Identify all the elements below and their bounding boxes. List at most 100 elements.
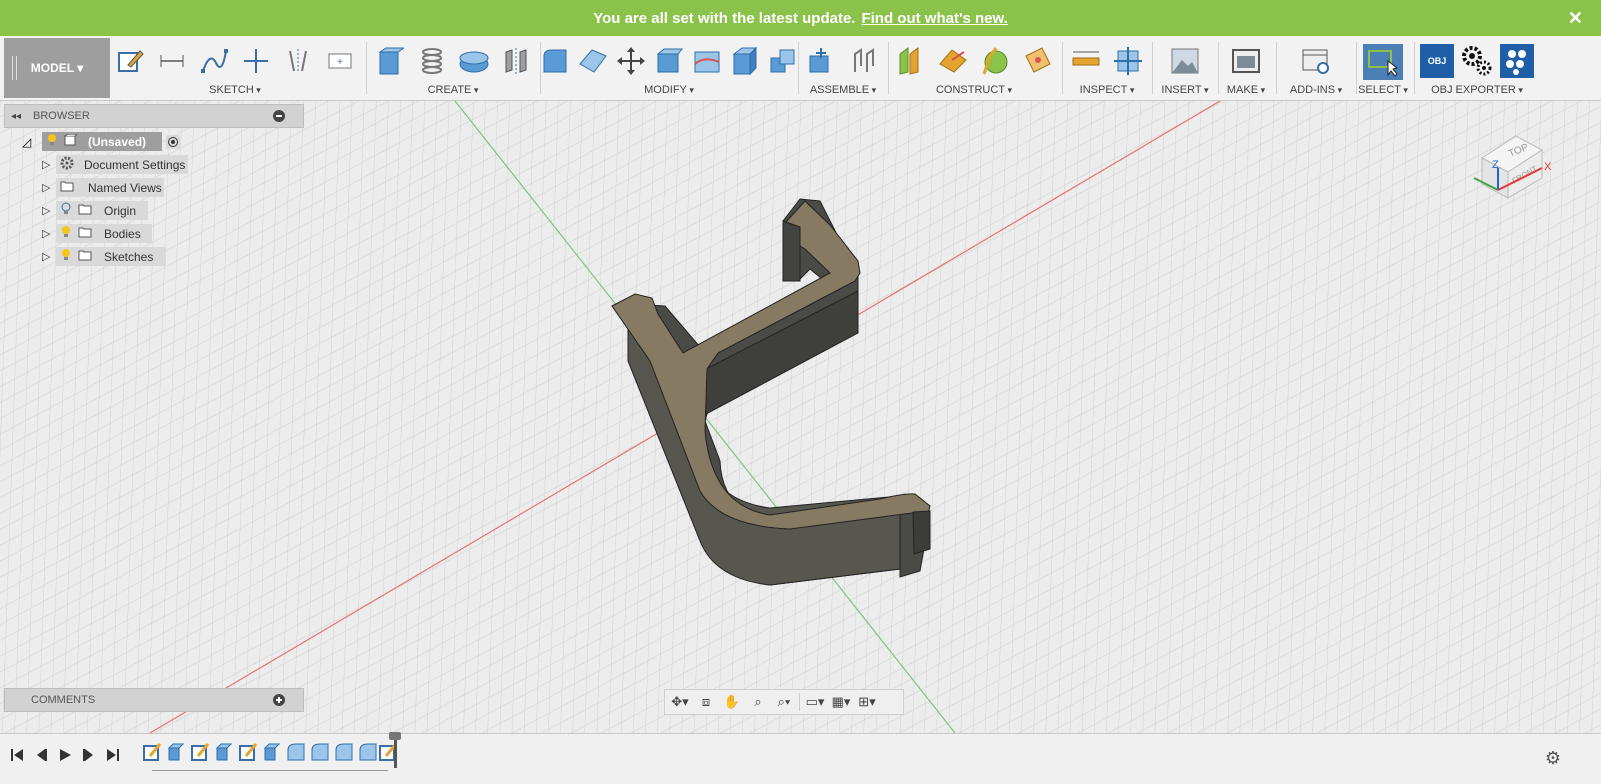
modify-label: MODIFY: [544, 84, 794, 96]
point-icon[interactable]: [239, 44, 273, 78]
fit-icon[interactable]: ⌕▾: [773, 692, 795, 712]
folder-icon: [78, 226, 92, 241]
tree-root[interactable]: ◿ (Unsaved): [4, 130, 304, 153]
revolve-icon[interactable]: [457, 44, 491, 78]
look-at-icon[interactable]: ⧈: [695, 692, 717, 712]
tree-expand-root-icon[interactable]: ◿: [22, 135, 31, 149]
insert-sketch-text-icon[interactable]: +: [323, 44, 357, 78]
toolbar-group-sketch[interactable]: + SKETCH: [112, 36, 358, 100]
3d-print-icon[interactable]: [1229, 44, 1263, 78]
timeline-fillet-icon[interactable]: [334, 742, 354, 762]
obj-settings-gear-icon[interactable]: [1460, 44, 1494, 78]
spline-icon[interactable]: [197, 44, 231, 78]
add-comment-icon[interactable]: [273, 694, 285, 706]
step-back-icon[interactable]: [32, 746, 50, 764]
tree-item-label: Sketches: [104, 249, 154, 264]
expand-arrow-icon[interactable]: ▷: [42, 250, 50, 263]
section-analysis-icon[interactable]: [1111, 44, 1145, 78]
timeline-sketch-icon[interactable]: [142, 742, 162, 762]
timeline-fillet-icon[interactable]: [310, 742, 330, 762]
display-settings-icon[interactable]: ▭▾: [804, 692, 826, 712]
create-sketch-icon[interactable]: [113, 44, 147, 78]
timeline-fillet-icon[interactable]: [286, 742, 306, 762]
viewcube[interactable]: TOP FRONT X Z: [1460, 118, 1556, 213]
offset-plane-icon[interactable]: [894, 44, 928, 78]
pattern-icon[interactable]: [499, 44, 533, 78]
expand-arrow-icon[interactable]: ▷: [42, 227, 50, 240]
toolbar-group-create[interactable]: CREATE: [370, 36, 536, 100]
lightbulb-on-icon[interactable]: [60, 248, 72, 265]
workspace-switcher[interactable]: MODEL ▾: [4, 38, 110, 98]
coil-icon[interactable]: [415, 44, 449, 78]
press-pull-icon[interactable]: [540, 44, 570, 78]
zoom-icon[interactable]: ⌕: [747, 692, 769, 712]
minimize-browser-icon[interactable]: [273, 110, 285, 122]
toolbar-group-construct[interactable]: CONSTRUCT: [890, 36, 1058, 100]
orbit-icon[interactable]: ✥▾: [669, 692, 691, 712]
tree-item-document-settings[interactable]: ▷ Document Settings: [4, 153, 304, 176]
line-icon[interactable]: [155, 44, 189, 78]
timeline-extrude-icon[interactable]: [166, 742, 186, 762]
scale-icon[interactable]: [730, 44, 760, 78]
obj-mesh-icon[interactable]: [1500, 44, 1534, 78]
gear-icon: [60, 156, 74, 173]
collapse-panel-icon[interactable]: ◂◂: [5, 111, 27, 122]
measure-icon[interactable]: [1069, 44, 1103, 78]
timeline-settings-gear-icon[interactable]: ⚙: [1545, 748, 1561, 769]
expand-arrow-icon[interactable]: ▷: [42, 181, 50, 194]
toolbar-group-inspect[interactable]: INSPECT: [1064, 36, 1150, 100]
whats-new-link[interactable]: Find out what's new.: [861, 10, 1007, 27]
extrude-icon[interactable]: [373, 44, 407, 78]
toolbar-group-select[interactable]: SELECT: [1358, 36, 1408, 100]
browser-header[interactable]: ◂◂ BROWSER: [4, 104, 304, 128]
combine-icon[interactable]: [768, 44, 798, 78]
timeline-sketch-icon[interactable]: [238, 742, 258, 762]
fillet-icon[interactable]: [578, 44, 608, 78]
lightbulb-on-icon[interactable]: [60, 225, 72, 242]
scripts-addins-icon[interactable]: [1299, 44, 1333, 78]
midplane-icon[interactable]: [1020, 44, 1054, 78]
obj-export-icon[interactable]: OBJ: [1420, 44, 1454, 78]
toolbar-group-obj-exporter[interactable]: OBJ OBJ EXPORTER: [1416, 36, 1538, 100]
toolbar-group-assemble[interactable]: ASSEMBLE: [800, 36, 886, 100]
close-banner-button[interactable]: ✕: [1568, 8, 1583, 29]
new-component-icon[interactable]: [805, 44, 839, 78]
toolbar-group-modify[interactable]: MODIFY: [543, 36, 795, 100]
tangent-plane-icon[interactable]: [978, 44, 1012, 78]
timeline-marker[interactable]: [389, 732, 401, 768]
viewports-icon[interactable]: ⊞▾: [856, 692, 878, 712]
expand-arrow-icon[interactable]: ▷: [42, 204, 50, 217]
insert-image-icon[interactable]: [1168, 44, 1202, 78]
go-to-end-icon[interactable]: [104, 746, 122, 764]
timeline-fillet-icon[interactable]: [358, 742, 378, 762]
pan-hand-icon[interactable]: ✋: [721, 692, 743, 712]
play-icon[interactable]: [56, 746, 74, 764]
activate-radio-icon[interactable]: [166, 134, 180, 149]
mirror-icon[interactable]: [281, 44, 315, 78]
expand-arrow-icon[interactable]: ▷: [42, 158, 50, 171]
go-to-start-icon[interactable]: [8, 746, 26, 764]
lightbulb-on-icon[interactable]: [46, 133, 58, 150]
lightbulb-off-icon[interactable]: [60, 202, 72, 219]
toolbar-group-make[interactable]: MAKE: [1220, 36, 1272, 100]
plane-at-angle-icon[interactable]: [936, 44, 970, 78]
z-axis-label: Z: [1492, 159, 1499, 171]
step-forward-icon[interactable]: [80, 746, 98, 764]
move-icon[interactable]: [616, 44, 646, 78]
tree-item-sketches[interactable]: ▷ Sketches: [4, 245, 304, 268]
split-face-icon[interactable]: [692, 44, 722, 78]
select-icon[interactable]: [1363, 44, 1403, 80]
joint-icon[interactable]: [847, 44, 881, 78]
toolbar-group-insert[interactable]: INSERT: [1154, 36, 1216, 100]
tree-item-origin[interactable]: ▷ Origin: [4, 199, 304, 222]
root-component[interactable]: (Unsaved): [42, 132, 162, 151]
grid-settings-icon[interactable]: ▦▾: [830, 692, 852, 712]
tree-item-bodies[interactable]: ▷ Bodies: [4, 222, 304, 245]
comments-header[interactable]: COMMENTS: [4, 688, 304, 712]
timeline-extrude-icon[interactable]: [214, 742, 234, 762]
shell-icon[interactable]: [654, 44, 684, 78]
toolbar-group-add-ins[interactable]: ADD-INS: [1278, 36, 1354, 100]
timeline-sketch-icon[interactable]: [190, 742, 210, 762]
timeline-extrude-icon[interactable]: [262, 742, 282, 762]
tree-item-named-views[interactable]: ▷ Named Views: [4, 176, 304, 199]
